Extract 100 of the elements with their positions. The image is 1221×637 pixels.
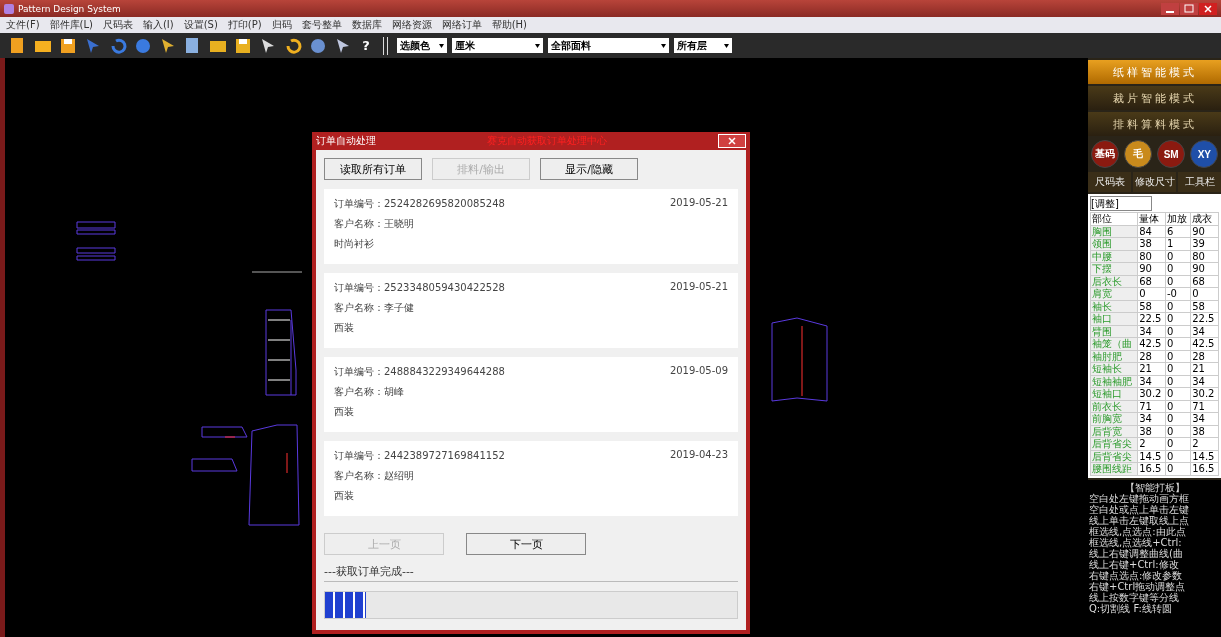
column-header: 成衣 — [1190, 212, 1219, 225]
table-cell: 2 — [1190, 437, 1219, 450]
dropdown[interactable]: 厘米 — [452, 38, 543, 53]
caret-icon[interactable] — [724, 43, 729, 48]
mode-button[interactable]: 裁片智能模式 — [1088, 86, 1221, 110]
dropdown[interactable]: 所有层 — [674, 38, 732, 53]
menu-item[interactable]: 尺码表 — [102, 18, 133, 32]
order-number: 订单编号：2442389727169841152 — [334, 449, 505, 463]
table-cell: 0 — [1190, 287, 1219, 300]
table-cell: 34 — [1190, 375, 1219, 388]
dialog-title: 订单自动处理 — [316, 134, 376, 148]
panel-tab[interactable]: 工具栏 — [1178, 172, 1221, 192]
action-button[interactable]: 显示/隐藏 — [540, 158, 638, 180]
table-cell: 0 — [1165, 250, 1191, 263]
order-date: 2019-05-21 — [669, 281, 728, 294]
round-button[interactable]: XY — [1190, 140, 1219, 168]
table-cell: 58 — [1190, 300, 1219, 313]
order-number: 订单编号：2488843229349644288 — [334, 365, 505, 379]
panel-tab[interactable]: 修改尺寸 — [1133, 172, 1176, 192]
menu-item[interactable]: 归码 — [271, 18, 292, 32]
help-button[interactable]: ? — [358, 38, 374, 53]
help-line: 线上右键+Ctrl:修改 — [1089, 558, 1179, 570]
menu-item[interactable]: 文件(F) — [6, 18, 40, 32]
dropdown[interactable]: 全部面料 — [548, 38, 669, 53]
page-button[interactable]: 下一页 — [466, 533, 586, 555]
table-cell: 38 — [1137, 425, 1166, 438]
table-cell: 90 — [1190, 262, 1219, 275]
menu-item[interactable]: 网络资源 — [391, 18, 432, 32]
product-name: 时尚衬衫 — [334, 237, 375, 251]
table-cell: 68 — [1137, 275, 1166, 288]
order-date: 2019-05-09 — [669, 365, 728, 378]
table-cell: 0 — [1137, 287, 1166, 300]
table-cell: 22.5 — [1190, 312, 1219, 325]
table-cell: 16.5 — [1190, 462, 1219, 475]
caret-icon[interactable] — [535, 43, 540, 48]
round-button[interactable]: SM — [1157, 140, 1186, 168]
table-cell: 38 — [1137, 237, 1166, 250]
order-number: 订单编号：2523348059430422528 — [334, 281, 505, 295]
help-line: 线上单击左键取线上点 — [1089, 514, 1190, 526]
table-cell: 84 — [1137, 225, 1166, 238]
table-cell: 38 — [1190, 425, 1219, 438]
table-cell: 28 — [1190, 350, 1219, 363]
customer-name: 客户名称：王晓明 — [334, 217, 415, 231]
order-card[interactable]: 订单编号：2488843229349644288 2019-05-09 客户名称：胡峰 西装 — [324, 357, 738, 432]
close-icon[interactable] — [1199, 2, 1217, 15]
table-cell: 0 — [1165, 362, 1191, 375]
caret-icon[interactable] — [661, 43, 666, 48]
help-line: 空白处或点上单击左键 — [1089, 503, 1190, 515]
help-line: Q:切割线 F:线转圆 — [1089, 602, 1173, 614]
dropdown[interactable]: 选颜色 — [397, 38, 447, 53]
table-cell: 21 — [1190, 362, 1219, 375]
menu-item[interactable]: 打印(P) — [227, 18, 262, 32]
table-cell: 30.2 — [1190, 387, 1219, 400]
table-cell: 0 — [1165, 262, 1191, 275]
table-cell: 0 — [1165, 450, 1191, 463]
menu-item[interactable]: 部件库(L) — [49, 18, 93, 32]
order-number: 订单编号：2524282695820085248 — [334, 197, 505, 211]
round-button[interactable]: 基码 — [1090, 140, 1119, 168]
table-cell: 14.5 — [1137, 450, 1166, 463]
table-cell: 0 — [1165, 412, 1191, 425]
customer-name: 客户名称：李子健 — [334, 301, 415, 315]
table-cell: -0 — [1165, 287, 1191, 300]
action-button[interactable]: 读取所有订单 — [324, 158, 422, 180]
status-text: ---获取订单完成--- — [324, 564, 738, 582]
order-card[interactable]: 订单编号：2524282695820085248 2019-05-21 客户名称：王晓明 时尚衬衫 — [324, 189, 738, 264]
mode-button[interactable]: 排料算料模式 — [1088, 112, 1221, 136]
table-cell: 2 — [1137, 437, 1166, 450]
order-card[interactable]: 订单编号：2523348059430422528 2019-05-21 客户名称：李子健 西装 — [324, 273, 738, 348]
column-header: 加放 — [1165, 212, 1191, 225]
table-cell: 0 — [1165, 387, 1191, 400]
table-cell: 21 — [1137, 362, 1166, 375]
menu-item[interactable]: 数据库 — [351, 18, 382, 32]
menu-item[interactable]: 网络订单 — [441, 18, 482, 32]
table-cell: 68 — [1190, 275, 1219, 288]
menu-item[interactable]: 设置(S) — [183, 18, 218, 32]
size-dropdown[interactable]: [调整] — [1090, 196, 1152, 211]
caret-icon[interactable] — [439, 43, 444, 48]
panel-tab[interactable]: 尺码表 — [1088, 172, 1131, 192]
help-line: 线上按数字键等分线 — [1089, 591, 1180, 603]
table-cell: 0 — [1165, 350, 1191, 363]
table-cell: 39 — [1190, 237, 1219, 250]
table-cell: 0 — [1165, 462, 1191, 475]
table-cell: 28 — [1137, 350, 1166, 363]
table-cell: 0 — [1165, 300, 1191, 313]
table-cell: 80 — [1190, 250, 1219, 263]
table-cell: 34 — [1137, 325, 1166, 338]
window-title: Pattern Design System — [18, 3, 121, 14]
menu-item[interactable]: 套号整单 — [301, 18, 342, 32]
menu-item[interactable]: 输入(I) — [142, 18, 174, 32]
table-cell: 16.5 — [1137, 462, 1166, 475]
table-cell: 0 — [1165, 425, 1191, 438]
close-icon[interactable] — [718, 134, 746, 148]
order-card[interactable]: 订单编号：2442389727169841152 2019-04-23 客户名称：赵绍明 西装 — [324, 441, 738, 516]
menu-item[interactable]: 帮助(H) — [491, 18, 528, 32]
table-cell: 34 — [1190, 412, 1219, 425]
table-cell: 22.5 — [1137, 312, 1166, 325]
column-header: 部位 — [1090, 212, 1138, 225]
help-line: 框选线,点选点:由此点 — [1089, 525, 1186, 537]
table-cell: 30.2 — [1137, 387, 1166, 400]
column-header: 量体 — [1137, 212, 1166, 225]
